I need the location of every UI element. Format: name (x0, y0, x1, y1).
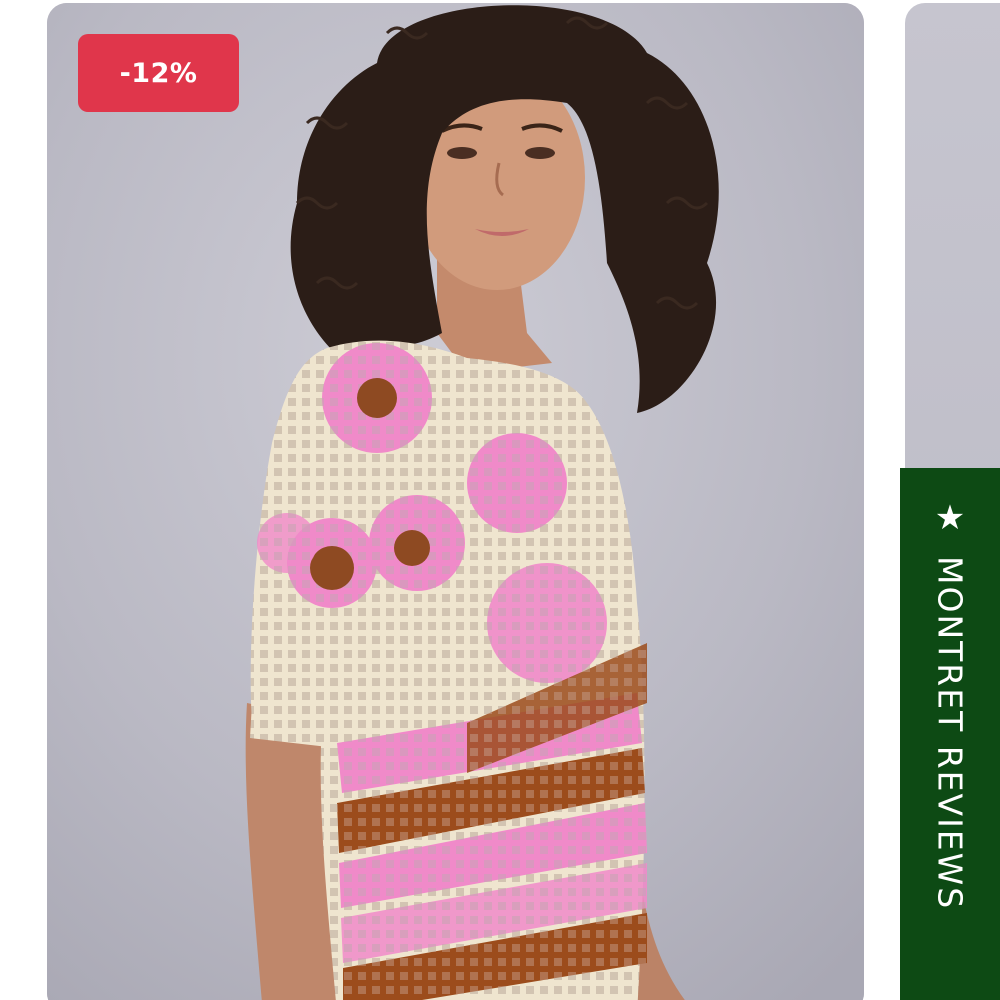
reviews-tab-label: MONTRET REVIEWS (930, 556, 970, 911)
product-card[interactable]: -12% (47, 3, 864, 1000)
discount-badge: -12% (78, 34, 239, 112)
product-carousel: -12% ★ MONTRET REVIEWS (0, 0, 1000, 1000)
star-icon: ★ (930, 498, 970, 540)
reviews-tab[interactable]: ★ MONTRET REVIEWS (900, 468, 1000, 1000)
product-image[interactable] (47, 3, 864, 1000)
reviews-tab-content: ★ MONTRET REVIEWS (930, 498, 970, 911)
